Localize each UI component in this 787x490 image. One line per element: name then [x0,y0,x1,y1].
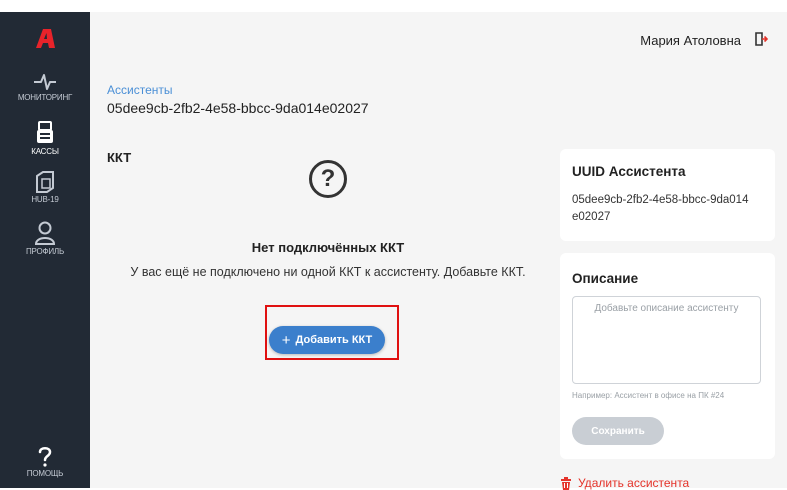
question-circle-icon: ? [309,160,347,198]
plus-icon: + [281,331,291,349]
save-button[interactable]: Сохранить [572,417,664,445]
user-icon [34,221,56,245]
question-mark-icon [38,447,52,467]
sidebar-item-help[interactable]: ПОМОЩЬ [0,446,90,478]
empty-state-text: У вас ещё не подключено ни одной ККТ к а… [130,265,526,279]
cash-register-icon [37,121,53,143]
add-kkt-button[interactable]: + Добавить ККТ [269,326,385,354]
description-card-title: Описание [572,271,639,286]
sidebar-item-label: ПОМОЩЬ [26,469,64,478]
page-title: 05dee9cb-2fb2-4e58-bbcc-9da014e02027 [107,100,369,116]
section-title-kkt: ККТ [107,150,132,165]
topbar: Мария Атоловна [90,12,787,70]
description-hint: Например: Ассистент в офисе на ПК #24 [572,391,725,400]
sidebar: МОНИТОРИНГ КАССЫ HUB-19 ПРОФИЛЬ ПОМОЩЬ [0,12,90,488]
uuid-card-title: UUID Ассистента [572,164,686,179]
description-card: Описание Например: Ассистент в офисе на … [560,253,775,459]
sidebar-item-profile[interactable]: ПРОФИЛЬ [0,220,90,256]
add-kkt-button-label: Добавить ККТ [295,334,373,346]
hub-device-icon [36,171,54,193]
sidebar-item-label: МОНИТОРИНГ [17,93,73,102]
brand-logo[interactable] [33,27,57,54]
sidebar-item-label: HUB-19 [31,195,59,204]
uuid-card: UUID Ассистента 05dee9cb-2fb2-4e58-bbcc-… [560,149,775,241]
brand-logo-icon [36,29,55,48]
description-input[interactable] [572,296,761,384]
breadcrumb-assistants[interactable]: Ассистенты [107,83,173,97]
sidebar-item-hub19[interactable]: HUB-19 [0,170,90,204]
user-name[interactable]: Мария Атоловна [640,33,741,48]
pulse-icon [34,74,56,90]
logout-icon[interactable] [754,32,769,51]
sidebar-item-monitoring[interactable]: МОНИТОРИНГ [0,70,90,102]
sidebar-item-label: ПРОФИЛЬ [25,247,65,256]
empty-state-title: Нет подключённых ККТ [251,240,405,255]
sidebar-item-label: КАССЫ [31,147,59,156]
app-window: МОНИТОРИНГ КАССЫ HUB-19 ПРОФИЛЬ ПОМОЩЬ М… [0,12,787,490]
sidebar-item-kassy[interactable]: КАССЫ [0,120,90,156]
uuid-value: 05dee9cb-2fb2-4e58-bbcc-9da014e02027 [572,194,749,223]
